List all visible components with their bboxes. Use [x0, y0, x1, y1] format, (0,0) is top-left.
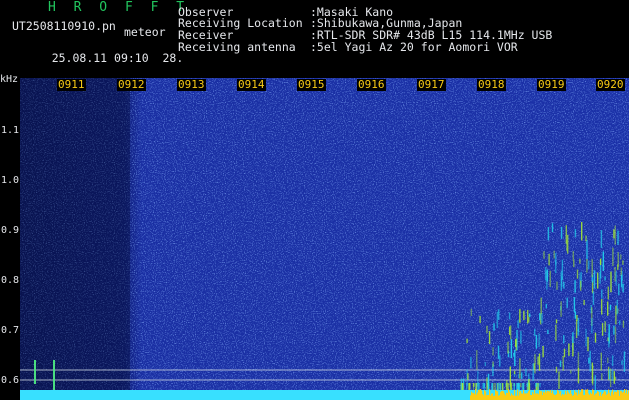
x-tick-0916: 0916 [357, 78, 386, 91]
date-time: 25.08.11 09:10 28. [51, 51, 184, 65]
y-tick-0.6: 0.6 [1, 375, 20, 386]
antenna-value: :5el Yagi Az 20 for Aomori VOR [310, 40, 518, 54]
x-tick-0911: 0911 [57, 78, 86, 91]
app-logo: H R O F F T [48, 0, 190, 15]
file-name: UT2508110910.pn [12, 19, 116, 33]
y-axis-unit: kHz [0, 74, 19, 85]
y-tick-0.7: 0.7 [1, 325, 20, 336]
meteor-label: meteor [124, 25, 166, 39]
header-panel: H R O F F T UT2508110910.pn meteor 25.08… [0, 0, 629, 78]
x-tick-0918: 0918 [477, 78, 506, 91]
x-tick-0920: 0920 [596, 78, 625, 91]
y-tick-1.1: 1.1 [1, 125, 20, 136]
x-tick-0912: 0912 [117, 78, 146, 91]
spectrogram [20, 78, 629, 400]
antenna-label: Receiving antenna [178, 40, 296, 54]
y-tick-0.9: 0.9 [1, 225, 20, 236]
spectrogram-image [20, 78, 629, 400]
x-tick-0914: 0914 [237, 78, 266, 91]
y-tick-0.8: 0.8 [1, 275, 20, 286]
x-tick-0917: 0917 [417, 78, 446, 91]
x-tick-0915: 0915 [297, 78, 326, 91]
x-tick-0919: 0919 [537, 78, 566, 91]
y-tick-1.0: 1.0 [1, 175, 20, 186]
x-tick-0913: 0913 [177, 78, 206, 91]
